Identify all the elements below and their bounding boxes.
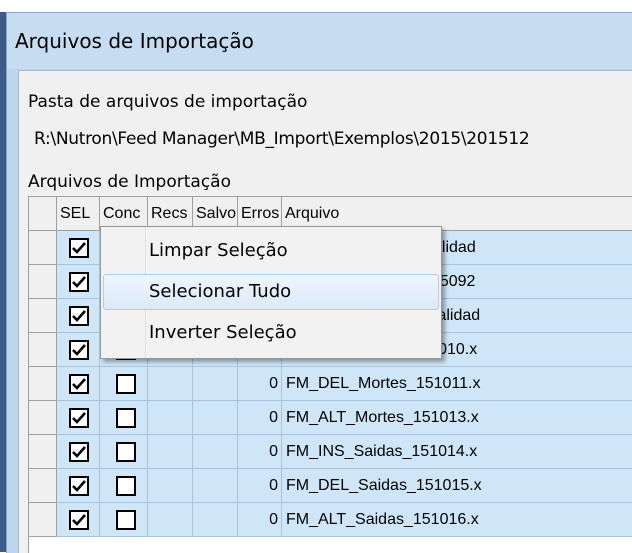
cell-recs[interactable]: [148, 503, 193, 537]
checkbox-checked[interactable]: [69, 408, 89, 428]
checkbox-checked[interactable]: [69, 238, 89, 258]
title-bar: Arquivos de Importação: [7, 13, 632, 69]
cell-sel: [57, 231, 100, 265]
row-header[interactable]: [29, 231, 57, 265]
cell-erros[interactable]: 0: [238, 367, 282, 401]
context-menu: Limpar Seleção Selecionar Tudo Inverter …: [100, 226, 442, 359]
cell-conc: [100, 435, 148, 469]
cell-conc: [100, 401, 148, 435]
cell-erros[interactable]: 0: [238, 401, 282, 435]
cell-erros[interactable]: 0: [238, 503, 282, 537]
cell-sel: [57, 503, 100, 537]
checkbox-unchecked[interactable]: [116, 408, 136, 428]
checkbox-unchecked[interactable]: [116, 442, 136, 462]
cell-conc: [100, 503, 148, 537]
cell-salvo[interactable]: [193, 503, 238, 537]
cell-arquivo[interactable]: FM_ALT_Mortes_151013.x: [282, 401, 632, 435]
cell-salvo[interactable]: [193, 469, 238, 503]
folder-path-field[interactable]: R:\Nutron\Feed Manager\MB_Import\Exemplo…: [28, 122, 632, 156]
window-title: Arquivos de Importação: [15, 29, 254, 53]
cell-sel: [57, 435, 100, 469]
cell-salvo[interactable]: [193, 435, 238, 469]
cell-sel: [57, 265, 100, 299]
row-header[interactable]: [29, 333, 57, 367]
checkbox-unchecked[interactable]: [116, 476, 136, 496]
row-header[interactable]: [29, 367, 57, 401]
row-header[interactable]: [29, 401, 57, 435]
row-header[interactable]: [29, 469, 57, 503]
check-icon: [72, 378, 86, 390]
checkbox-checked[interactable]: [69, 374, 89, 394]
checkbox-checked[interactable]: [69, 510, 89, 530]
cell-recs[interactable]: [148, 367, 193, 401]
row-header[interactable]: [29, 435, 57, 469]
cell-sel: [57, 401, 100, 435]
cell-recs[interactable]: [148, 401, 193, 435]
cell-sel: [57, 299, 100, 333]
checkbox-checked[interactable]: [69, 340, 89, 360]
row-header[interactable]: [29, 299, 57, 333]
menu-item-label: Limpar Seleção: [149, 240, 288, 261]
check-icon: [72, 276, 86, 288]
grid-corner: [29, 197, 57, 231]
cell-arquivo[interactable]: FM_DEL_Mortes_151011.x: [282, 367, 632, 401]
cell-sel: [57, 469, 100, 503]
cell-sel: [57, 367, 100, 401]
cell-conc: [100, 367, 148, 401]
cell-recs[interactable]: [148, 435, 193, 469]
check-icon: [72, 242, 86, 254]
check-icon: [72, 480, 86, 492]
check-icon: [72, 310, 86, 322]
cell-salvo[interactable]: [193, 401, 238, 435]
checkbox-checked[interactable]: [69, 306, 89, 326]
files-label: Arquivos de Importação: [28, 172, 231, 192]
menu-item-inverter-selecao[interactable]: Inverter Seleção: [101, 313, 441, 353]
folder-path-value: R:\Nutron\Feed Manager\MB_Import\Exemplo…: [34, 129, 530, 149]
checkbox-checked[interactable]: [69, 442, 89, 462]
cell-conc: [100, 469, 148, 503]
checkbox-unchecked[interactable]: [116, 510, 136, 530]
cell-salvo[interactable]: [193, 367, 238, 401]
check-icon: [72, 514, 86, 526]
check-icon: [72, 446, 86, 458]
row-header[interactable]: [29, 265, 57, 299]
menu-item-limpar-selecao[interactable]: Limpar Seleção: [101, 231, 441, 271]
checkbox-checked[interactable]: [69, 272, 89, 292]
row-header[interactable]: [29, 503, 57, 537]
cell-erros[interactable]: 0: [238, 469, 282, 503]
menu-item-label: Inverter Seleção: [149, 322, 297, 343]
cell-erros[interactable]: 0: [238, 435, 282, 469]
check-icon: [72, 344, 86, 356]
cell-recs[interactable]: [148, 469, 193, 503]
checkbox-checked[interactable]: [69, 476, 89, 496]
cell-arquivo[interactable]: FM_ALT_Saidas_151016.x: [282, 503, 632, 537]
cell-sel: [57, 333, 100, 367]
column-header-sel[interactable]: SEL: [57, 197, 100, 231]
cell-arquivo[interactable]: FM_INS_Saidas_151014.x: [282, 435, 632, 469]
check-icon: [72, 412, 86, 424]
menu-item-selecionar-tudo[interactable]: Selecionar Tudo: [101, 272, 441, 312]
cell-arquivo[interactable]: FM_DEL_Saidas_151015.x: [282, 469, 632, 503]
checkbox-unchecked[interactable]: [116, 374, 136, 394]
menu-item-label: Selecionar Tudo: [149, 281, 292, 302]
folder-label: Pasta de arquivos de importação: [28, 92, 308, 112]
